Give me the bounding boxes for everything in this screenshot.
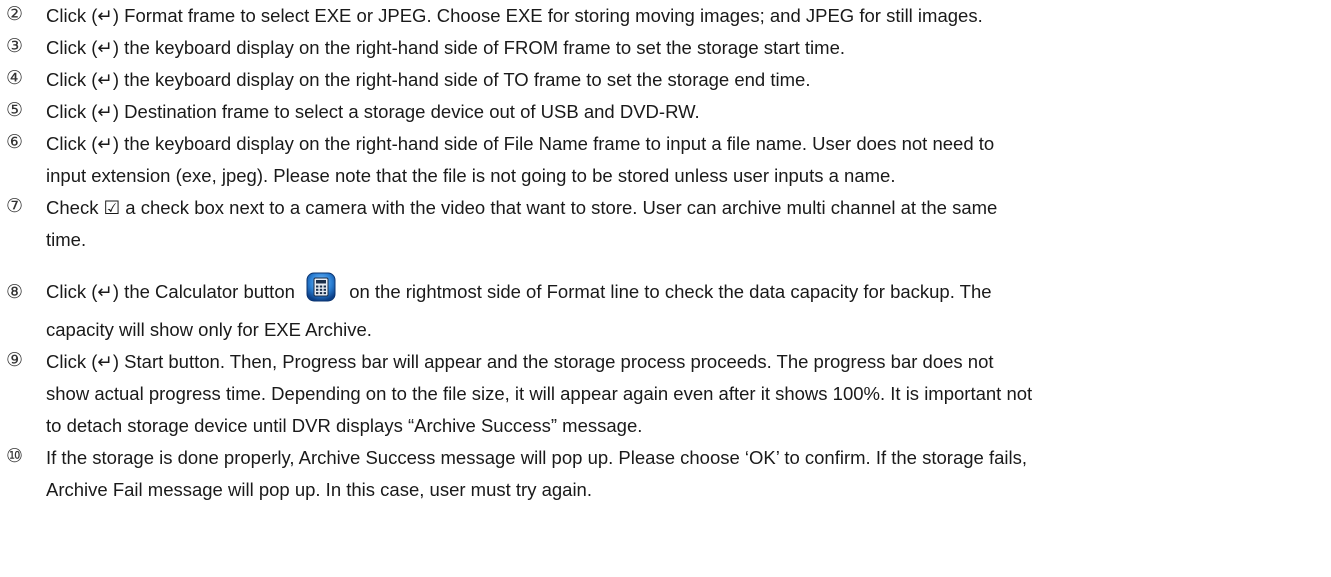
step-10: ⑩ If the storage is done properly, Archi… [6,442,1326,506]
step-text: Click (↵) Destination frame to select a … [46,101,700,122]
step-text-after-icon: on the rightmost side of Format line to … [349,281,992,302]
step-text: time. [46,229,87,250]
step-number: ⑦ [6,195,24,217]
step-9: ⑨ Click (↵) Start button. Then, Progress… [6,346,1326,442]
step-text: Click (↵) the keyboard display on the ri… [46,133,995,154]
step-text: Click (↵) Start button. Then, Progress b… [46,351,994,372]
step-text: Archive Fail message will pop up. In thi… [46,479,592,500]
step-text: Click (↵) Format frame to select EXE or … [46,5,983,26]
step-7: ⑦ Check ☑ a check box next to a camera w… [6,192,1326,256]
step-text: show actual progress time. Depending on … [46,383,1033,404]
step-number: ⑥ [6,131,24,153]
step-4: ④ Click (↵) the keyboard display on the … [6,64,1326,96]
step-text: capacity will show only for EXE Archive. [46,319,372,340]
step-text-before-icon: Click (↵) the Calculator button [46,281,295,302]
step-text: Click (↵) the keyboard display on the ri… [46,69,811,90]
step-number: ⑧ [6,281,24,303]
step-text: to detach storage device until DVR displ… [46,415,643,436]
step-number: ⑩ [6,445,24,467]
step-number: ② [6,3,24,25]
step-2: ② Click (↵) Format frame to select EXE o… [6,0,1326,32]
step-text: Check ☑ a check box next to a camera wit… [46,197,998,218]
step-6: ⑥ Click (↵) the keyboard display on the … [6,128,1326,192]
step-5: ⑤ Click (↵) Destination frame to select … [6,96,1326,128]
calculator-icon [306,270,336,302]
step-text: Click (↵) the Calculator button on the r… [46,266,1326,314]
step-text: input extension (exe, jpeg). Please note… [46,165,896,186]
step-text: If the storage is done properly, Archive… [46,447,1027,468]
step-number: ④ [6,67,24,89]
step-number: ⑤ [6,99,24,121]
step-number: ⑨ [6,349,24,371]
step-number: ③ [6,35,24,57]
step-text: Click (↵) the keyboard display on the ri… [46,37,846,58]
step-3: ③ Click (↵) the keyboard display on the … [6,32,1326,64]
step-8: ⑧ Click (↵) the Calculator button on the… [6,266,1326,346]
instruction-list: ② Click (↵) Format frame to select EXE o… [6,0,1326,506]
